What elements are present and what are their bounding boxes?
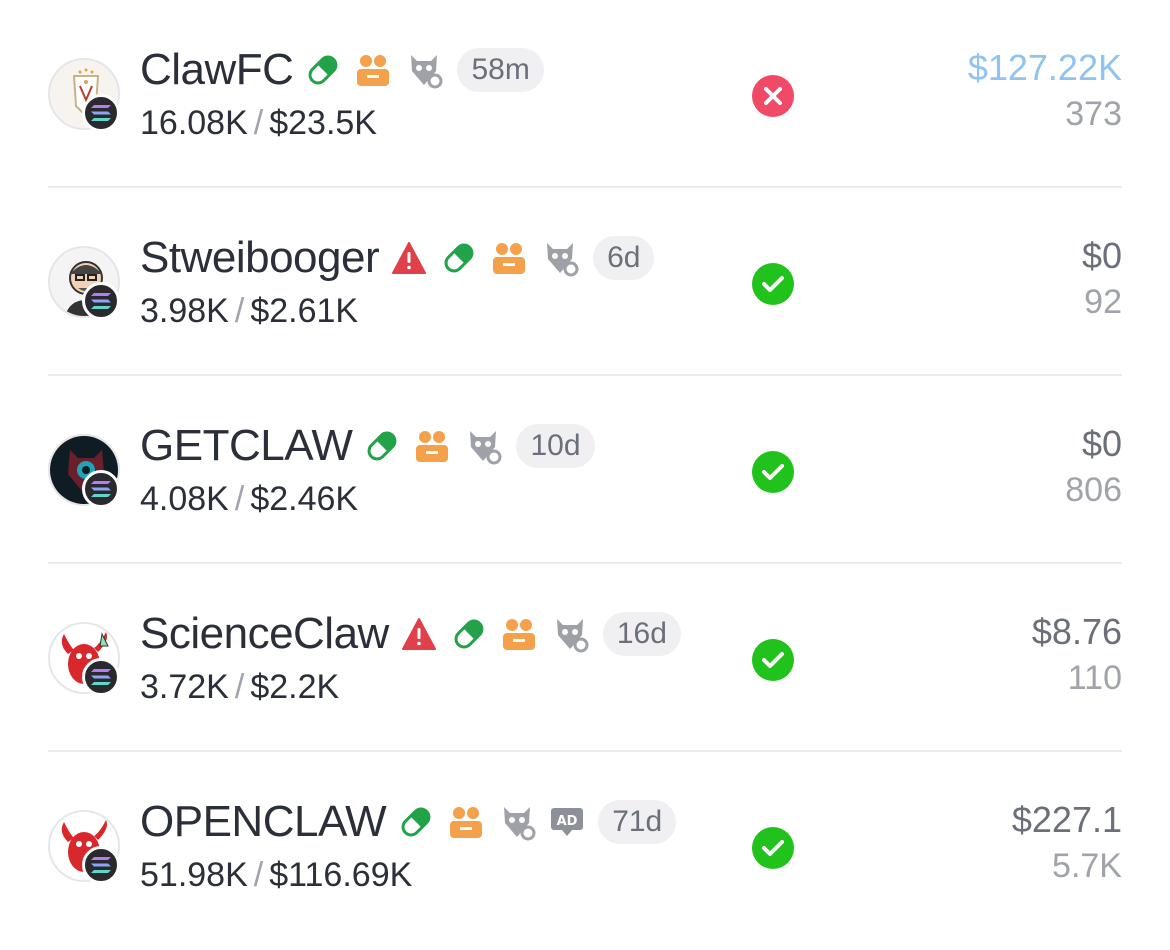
holders-value: 4.08K — [140, 480, 229, 518]
token-name: GETCLAW — [140, 421, 353, 470]
token-row[interactable]: Stweibooger 6d 3.98K / $2.61K $0 92 — [48, 188, 1122, 376]
holders-icon — [501, 616, 537, 652]
value-column: $8.76 110 — [1032, 610, 1122, 702]
stats-separator: / — [253, 104, 264, 142]
token-name: ClawFC — [140, 45, 294, 94]
token-count: 373 — [1065, 95, 1122, 133]
check-circle-icon — [752, 263, 794, 305]
value-column: $0 92 — [1082, 234, 1122, 326]
pill-icon — [305, 52, 341, 88]
solana-icon — [82, 94, 120, 132]
token-value: $227.1 — [1011, 799, 1122, 840]
token-avatar — [48, 434, 122, 508]
owl-icon — [464, 427, 502, 465]
token-avatar — [48, 246, 122, 320]
pill-icon — [398, 804, 434, 840]
market-cap-value: $116.69K — [269, 856, 413, 894]
solana-icon — [82, 846, 120, 884]
solana-icon — [82, 282, 120, 320]
token-name: ScienceClaw — [140, 609, 389, 658]
check-circle-icon — [752, 451, 794, 493]
holders-value: 51.98K — [140, 856, 248, 894]
owl-icon — [498, 803, 536, 841]
token-avatar — [48, 622, 122, 696]
token-row[interactable]: ScienceClaw 16d 3.72K / $2.2K $8.76 110 — [48, 564, 1122, 752]
market-cap-value: $2.2K — [250, 668, 340, 706]
token-count: 5.7K — [1052, 847, 1122, 885]
token-stats: 16.08K / $23.5K — [140, 104, 377, 143]
token-name-line: ScienceClaw 16d — [140, 608, 681, 660]
token-avatar — [48, 810, 122, 884]
token-value: $0 — [1081, 423, 1122, 464]
age-badge: 6d — [593, 236, 655, 280]
market-cap-value: $2.46K — [250, 480, 359, 518]
token-stats: 3.72K / $2.2K — [140, 668, 339, 707]
token-name-line: ClawFC 58m — [140, 44, 544, 96]
value-column: $127.22K 373 — [968, 46, 1122, 138]
owl-icon — [551, 615, 589, 653]
holders-icon — [414, 428, 450, 464]
market-cap-value: $2.61K — [250, 292, 359, 330]
stats-separator: / — [234, 480, 245, 518]
token-count: 110 — [1067, 659, 1122, 697]
token-name-line: OPENCLAW AD 71d — [140, 796, 677, 848]
holders-icon — [491, 240, 527, 276]
check-circle-icon — [752, 639, 794, 681]
solana-icon — [82, 470, 120, 508]
stats-separator: / — [253, 856, 264, 894]
holders-value: 3.72K — [140, 668, 229, 706]
token-name-line: GETCLAW 10d — [140, 420, 595, 472]
token-value: $127.22K — [967, 47, 1122, 88]
stats-separator: / — [234, 292, 245, 330]
token-value: $0 — [1081, 235, 1122, 276]
token-count: 806 — [1065, 471, 1122, 509]
warning-icon — [401, 617, 437, 651]
token-list: ClawFC 58m 16.08K/$23.5K $127.22K 373 — [0, 0, 1170, 950]
holders-icon — [355, 52, 391, 88]
token-name: Stweibooger — [140, 233, 380, 282]
ad-label: AD — [557, 814, 578, 829]
age-badge: 10d — [516, 424, 595, 468]
token-value: $8.76 — [1031, 611, 1122, 652]
token-row[interactable]: GETCLAW 10d 4.08K / $2.46K $0 806 — [48, 376, 1122, 564]
solana-icon — [82, 658, 120, 696]
market-cap-value: $23.5K — [269, 104, 377, 142]
x-circle-icon — [752, 75, 794, 117]
token-stats: 3.98K / $2.61K — [140, 292, 358, 331]
ad-icon: AD — [550, 807, 584, 837]
stats-separator: / — [234, 668, 245, 706]
token-stats: 51.98K / $116.69K — [140, 856, 412, 895]
warning-icon — [391, 241, 427, 275]
token-row[interactable]: OPENCLAW AD 71d 51.98K / $116.69K $227.1 5… — [48, 752, 1122, 940]
owl-icon — [405, 51, 443, 89]
token-avatar — [48, 58, 122, 132]
holders-value: 3.98K — [140, 292, 229, 330]
token-stats: 4.08K / $2.46K — [140, 480, 358, 519]
pill-icon — [441, 240, 477, 276]
pill-icon — [364, 428, 400, 464]
age-badge: 58m — [457, 48, 544, 92]
token-name-line: Stweibooger 6d — [140, 232, 655, 284]
owl-icon — [541, 239, 579, 277]
value-column: $0 806 — [1065, 422, 1122, 514]
holders-icon — [448, 804, 484, 840]
token-name: OPENCLAW — [140, 797, 387, 846]
token-row[interactable]: ClawFC 58m 16.08K / $23.5K $127.22K 373 — [48, 0, 1122, 188]
age-badge: 71d — [598, 800, 677, 844]
age-badge: 16d — [602, 612, 681, 656]
check-circle-icon — [752, 827, 794, 869]
holders-value: 16.08K — [140, 104, 248, 142]
pill-icon — [451, 616, 487, 652]
value-column: $227.1 5.7K — [1012, 798, 1122, 890]
token-count: 92 — [1084, 283, 1122, 321]
